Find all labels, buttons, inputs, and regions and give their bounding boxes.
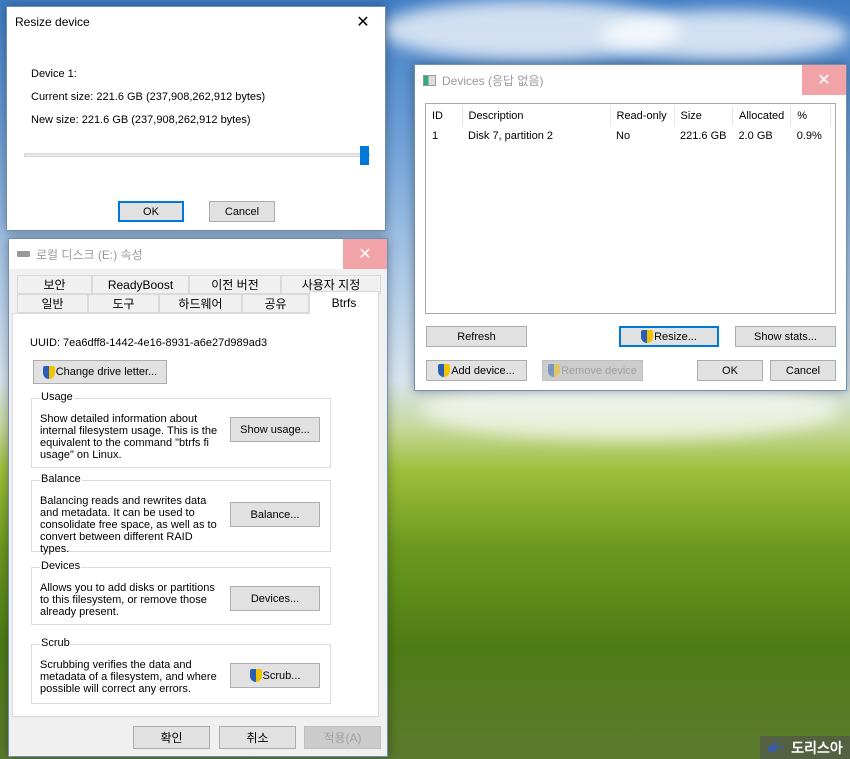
balance-button[interactable]: Balance... bbox=[230, 502, 320, 527]
group-description: Show detailed information about internal… bbox=[40, 413, 218, 461]
dialog-title: 로컬 디스크 (E:) 속성 bbox=[36, 247, 143, 262]
cancel-button[interactable]: Cancel bbox=[209, 201, 275, 222]
button-label: Scrub... bbox=[262, 669, 301, 682]
shield-icon bbox=[548, 364, 561, 377]
column-header[interactable]: % bbox=[790, 106, 832, 126]
group-usage: Usage Show detailed information about in… bbox=[31, 391, 331, 468]
tab[interactable]: 공유 bbox=[242, 294, 309, 313]
column-header[interactable]: Size bbox=[674, 106, 733, 126]
column-header[interactable]: ID bbox=[426, 106, 463, 126]
watermark-logo-icon: ᖙ~ bbox=[768, 739, 786, 755]
group-balance: Balance Balancing reads and rewrites dat… bbox=[31, 473, 331, 555]
table-cell: No bbox=[616, 130, 631, 142]
drive-properties-dialog: 로컬 디스크 (E:) 속성 ✕ 보안 ReadyBoost 이전 버전 사용자 지정… bbox=[8, 238, 388, 757]
resize-device-dialog: Resize device ✕ Device 1: Current size: … bbox=[6, 6, 386, 231]
group-devices: Devices Allows you to add disks or parti… bbox=[31, 560, 331, 625]
column-header[interactable]: Read-only bbox=[610, 106, 675, 126]
watermark: ᖙ~ 도리스아 bbox=[760, 736, 850, 759]
btrfs-tab-panel: UUID: 7ea6dff8-1442-4e16-8931-a6e27d989a… bbox=[12, 313, 379, 717]
table-cell: 2.0 GB bbox=[738, 130, 773, 142]
group-description: Balancing reads and rewrites data and me… bbox=[40, 495, 217, 555]
resize-button[interactable]: Resize... bbox=[619, 326, 719, 347]
uuid-value: 7ea6dff8-1442-4e16-8931-a6e27d989ad3 bbox=[63, 337, 268, 349]
table-cell: 221.6 GB bbox=[680, 130, 727, 142]
tab[interactable]: 보안 bbox=[17, 275, 92, 294]
close-icon[interactable]: ✕ bbox=[802, 65, 846, 95]
column-header[interactable]: Description bbox=[462, 106, 611, 126]
button-label: Balance... bbox=[250, 508, 300, 521]
remove-device-label: Remove device bbox=[561, 364, 637, 377]
table-row[interactable]: 1 Disk 7, partition 2 No 221.6 GB 2.0 GB 0.9% bbox=[426, 126, 831, 146]
shield-icon bbox=[42, 365, 55, 379]
shield-icon bbox=[641, 330, 654, 343]
tab[interactable]: 일반 bbox=[17, 294, 88, 313]
scrub-button[interactable]: Scrub... bbox=[230, 663, 320, 688]
tab-active[interactable]: Btrfs bbox=[309, 291, 379, 314]
tab[interactable]: 하드웨어 bbox=[159, 294, 242, 313]
tab[interactable]: 이전 버전 bbox=[189, 275, 281, 294]
group-description: Scrubbing verifies the data and metadata… bbox=[40, 659, 217, 695]
device-list[interactable]: ID Description Read-only Size Allocated% 1 Di… bbox=[425, 103, 836, 314]
remove-device-button: Remove device bbox=[542, 360, 643, 381]
group-label: Usage bbox=[40, 391, 74, 403]
group-label: Balance bbox=[40, 473, 82, 485]
resize-label: Resize... bbox=[654, 330, 697, 343]
shield-icon bbox=[438, 364, 451, 377]
slider-thumb[interactable] bbox=[360, 146, 369, 165]
refresh-button[interactable]: Refresh bbox=[426, 326, 527, 347]
apply-button: 적용(A) bbox=[304, 726, 381, 749]
show-stats-button[interactable]: Show stats... bbox=[735, 326, 836, 347]
change-drive-letter-button[interactable]: Change drive letter... bbox=[33, 360, 167, 384]
devices-button[interactable]: Devices... bbox=[230, 586, 320, 611]
drive-icon bbox=[17, 251, 30, 257]
dialog-title: Resize device bbox=[15, 15, 90, 29]
group-scrub: Scrub Scrubbing verifies the data and me… bbox=[31, 637, 331, 704]
ok-button[interactable]: OK bbox=[697, 360, 763, 381]
button-label: Show usage... bbox=[240, 423, 310, 436]
ok-button[interactable]: 확인 bbox=[133, 726, 210, 749]
dialog-title: Devices (응답 없음) bbox=[442, 73, 544, 88]
cancel-button[interactable]: Cancel bbox=[770, 360, 836, 381]
current-size: Current size: 221.6 GB (237,908,262,912 … bbox=[31, 91, 266, 103]
size-slider[interactable] bbox=[24, 146, 370, 165]
ok-button[interactable]: OK bbox=[118, 201, 184, 222]
tab[interactable]: 도구 bbox=[88, 294, 159, 313]
uuid-label: UUID: bbox=[30, 337, 60, 349]
close-icon[interactable]: ✕ bbox=[343, 239, 387, 269]
devices-dialog: Devices (응답 없음) ✕ ID Description Read-only… bbox=[414, 64, 847, 391]
group-label: Scrub bbox=[40, 637, 71, 649]
table-cell: Disk 7, partition 2 bbox=[468, 130, 553, 142]
table-cell: 1 bbox=[432, 130, 439, 142]
group-description: Allows you to add disks or partitions to… bbox=[40, 582, 215, 618]
column-header[interactable]: Allocated bbox=[732, 106, 792, 126]
tab[interactable]: ReadyBoost bbox=[92, 275, 189, 294]
watermark-text: 도리스아 bbox=[791, 739, 843, 756]
new-size: New size: 221.6 GB (237,908,262,912 byte… bbox=[31, 114, 251, 126]
usage-button[interactable]: Show usage... bbox=[230, 417, 320, 442]
add-device-label: Add device... bbox=[451, 364, 515, 377]
change-drive-letter-label: Change drive letter... bbox=[55, 366, 158, 378]
close-icon[interactable]: ✕ bbox=[341, 7, 385, 37]
cancel-button[interactable]: 취소 bbox=[219, 726, 296, 749]
add-device-button[interactable]: Add device... bbox=[426, 360, 527, 381]
app-icon bbox=[423, 74, 436, 86]
button-label: Devices... bbox=[250, 592, 300, 605]
table-cell: 0.9% bbox=[796, 130, 822, 142]
group-label: Devices bbox=[40, 560, 82, 572]
shield-icon bbox=[249, 669, 262, 682]
device-label: Device 1: bbox=[31, 68, 77, 80]
